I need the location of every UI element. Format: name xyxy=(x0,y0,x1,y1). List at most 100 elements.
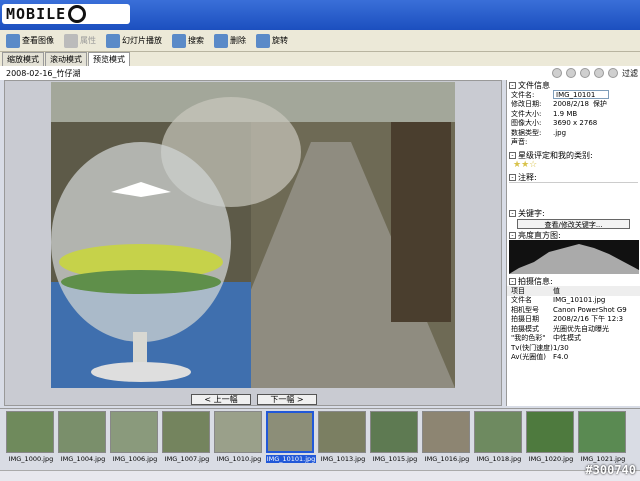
up-icon[interactable] xyxy=(580,68,590,78)
shoot-value: 中性模式 xyxy=(553,334,581,343)
thumbnail-label: IMG_1013.jpg xyxy=(320,455,366,463)
info-row: 修改日期: 2008/2/18 保护 xyxy=(507,100,640,110)
shoot-row: Tv(快门速度) 1/30 xyxy=(507,343,640,353)
thumbnail-label: IMG_1000.jpg xyxy=(8,455,54,463)
protect-checkbox[interactable]: 保护 xyxy=(593,99,607,109)
shoot-value: F4.0 xyxy=(553,353,569,362)
star-rating[interactable]: ★★☆ xyxy=(507,160,640,170)
path-bar: 2008-02-16_竹仔湖 过滤 xyxy=(0,66,640,80)
thumbnail[interactable]: IMG_1006.jpg xyxy=(110,411,160,467)
properties-icon xyxy=(64,33,78,48)
thumbnail[interactable]: IMG_1018.jpg xyxy=(474,411,524,467)
thumbnail-label: IMG_1016.jpg xyxy=(424,455,470,463)
toolbar: 查看图像 属性 幻灯片播放 搜索 删除 旋转 xyxy=(0,30,640,52)
info-key: 文件大小: xyxy=(511,109,542,118)
filter-button[interactable]: 过滤 xyxy=(622,68,638,79)
thumbnail[interactable]: IMG_1000.jpg xyxy=(6,411,56,467)
thumbnail[interactable]: IMG_1007.jpg xyxy=(162,411,212,467)
shoot-row: "我的色彩" 中性模式 xyxy=(507,334,640,344)
toolbar-button-4[interactable]: 删除 xyxy=(210,32,250,50)
thumbnail-image xyxy=(526,411,574,453)
thumbnail-image xyxy=(474,411,522,453)
comment-area[interactable] xyxy=(509,182,638,208)
shoot-key: 拍摄模式 xyxy=(511,324,539,333)
edit-keywords-button[interactable]: 查看/修改关键字... xyxy=(517,219,630,229)
info-row: 文件大小: 1.9 MB xyxy=(507,109,640,119)
thumbnail[interactable]: IMG_1021.jpg xyxy=(578,411,628,467)
thumbnail-image xyxy=(110,411,158,453)
forward-icon[interactable] xyxy=(566,68,576,78)
view-image-icon xyxy=(6,33,20,48)
shoot-info-header[interactable]: - 拍摄信息: xyxy=(507,276,640,286)
shoot-key: 拍摄日期 xyxy=(511,315,539,324)
shoot-row: 相机型号 Canon PowerShot G9 xyxy=(507,305,640,315)
shoot-value: 1/30 xyxy=(553,343,569,352)
histogram-header[interactable]: - 亮度直方图: xyxy=(507,230,640,240)
toolbar-label: 删除 xyxy=(230,36,246,45)
comment-header[interactable]: - 注释: xyxy=(507,172,640,182)
thumbnail[interactable]: IMG_10101.jpg xyxy=(266,411,316,467)
thumbnail-scrollbar[interactable] xyxy=(0,470,640,481)
info-icon[interactable] xyxy=(608,68,618,78)
title-bar: MOBILE xyxy=(0,0,640,30)
toolbar-button-2[interactable]: 幻灯片播放 xyxy=(102,32,166,50)
info-value: 2008/2/18 xyxy=(553,100,589,109)
keyword-header[interactable]: - 关键字: xyxy=(507,208,640,218)
file-info-header[interactable]: - 文件信息 xyxy=(507,80,640,90)
toolbar-label: 属性 xyxy=(80,36,96,45)
info-key: 数据类型: xyxy=(511,128,542,137)
thumbnail[interactable]: IMG_1004.jpg xyxy=(58,411,108,467)
toolbar-button-0[interactable]: 查看图像 xyxy=(2,32,58,50)
tab-2[interactable]: 预览模式 xyxy=(88,52,130,66)
toolbar-label: 旋转 xyxy=(272,36,288,45)
shoot-key: 文件名 xyxy=(511,296,532,305)
tab-1[interactable]: 滚动模式 xyxy=(45,52,87,66)
thumbnail-image xyxy=(214,411,262,453)
shoot-key: Tv(快门速度) xyxy=(511,343,553,352)
toolbar-button-5[interactable]: 旋转 xyxy=(252,32,292,50)
thumbnail-label: IMG_1004.jpg xyxy=(60,455,106,463)
shoot-key: 相机型号 xyxy=(511,305,539,314)
view-options-icon[interactable] xyxy=(594,68,604,78)
rotate-icon xyxy=(256,33,270,48)
info-row: 数据类型: .jpg xyxy=(507,128,640,138)
brightness-histogram xyxy=(509,240,639,274)
thumbnail-label: IMG_1007.jpg xyxy=(164,455,210,463)
toolbar-button-3[interactable]: 搜索 xyxy=(168,32,208,50)
watermark: #300740 xyxy=(585,463,636,477)
thumbnail[interactable]: IMG_1010.jpg xyxy=(214,411,264,467)
shoot-row: 文件名 IMG_10101.jpg xyxy=(507,296,640,306)
tab-0[interactable]: 缩放模式 xyxy=(2,52,44,66)
prev-image-button[interactable]: < 上一幅 xyxy=(191,394,251,405)
back-icon[interactable] xyxy=(552,68,562,78)
thumbnail-image xyxy=(266,411,314,453)
info-row: 文件名: IMG_10101 xyxy=(507,90,640,100)
preview-area: < 上一幅 下一幅 > xyxy=(4,80,502,406)
preview-photo[interactable] xyxy=(51,82,455,388)
shoot-key: "我的色彩" xyxy=(511,334,546,343)
info-value[interactable]: IMG_10101 xyxy=(553,90,609,100)
shoot-value: Canon PowerShot G9 xyxy=(553,305,627,314)
rating-header[interactable]: - 星级评定和我的类别: xyxy=(507,150,640,160)
info-key: 文件名: xyxy=(511,90,535,99)
next-image-button[interactable]: 下一幅 > xyxy=(257,394,317,405)
thumbnail-image xyxy=(6,411,54,453)
thumbnail-label: IMG_1006.jpg xyxy=(112,455,158,463)
info-value: .jpg xyxy=(553,128,567,137)
delete-icon xyxy=(214,33,228,48)
info-key: 修改日期: xyxy=(511,100,542,109)
thumbnail-image xyxy=(162,411,210,453)
shoot-value: 光圈优先自动曝光 xyxy=(553,324,609,333)
toolbar-label: 搜索 xyxy=(188,36,204,45)
info-key: 图像大小: xyxy=(511,119,542,128)
thumbnail-label: IMG_1010.jpg xyxy=(216,455,262,463)
info-panel: - 文件信息 文件名: IMG_10101 修改日期: 2008/2/18 保护 文件大小:… xyxy=(506,80,640,406)
info-row: 图像大小: 3690 x 2768 xyxy=(507,119,640,129)
thumbnail[interactable]: IMG_1015.jpg xyxy=(370,411,420,467)
shoot-value: 2008/2/16 下午 12:3 xyxy=(553,315,624,324)
toolbar-button-1[interactable]: 属性 xyxy=(60,32,100,50)
info-key: 声音: xyxy=(511,138,528,147)
thumbnail[interactable]: IMG_1013.jpg xyxy=(318,411,368,467)
thumbnail[interactable]: IMG_1020.jpg xyxy=(526,411,576,467)
thumbnail[interactable]: IMG_1016.jpg xyxy=(422,411,472,467)
